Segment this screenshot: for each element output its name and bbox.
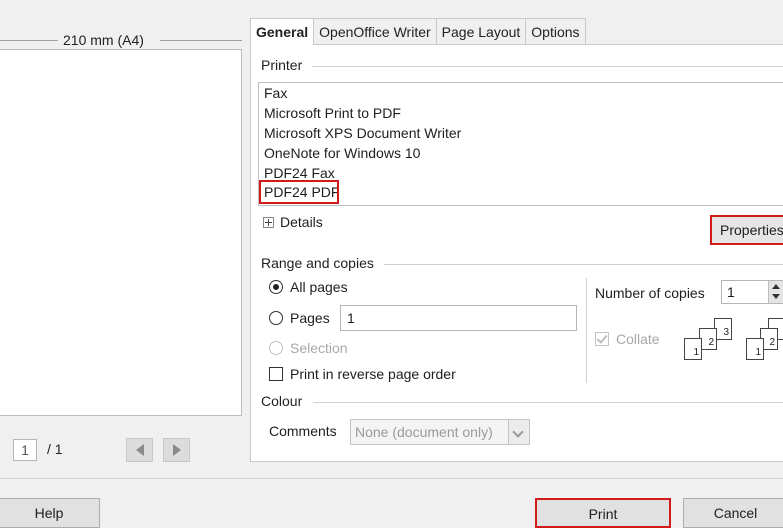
reverse-order-label: Print in reverse page order: [290, 366, 456, 382]
cancel-button[interactable]: Cancel: [683, 498, 783, 528]
properties-button[interactable]: Properties...: [710, 215, 783, 245]
range-section-divider: [384, 264, 783, 265]
printer-item-onenote[interactable]: OneNote for Windows 10: [264, 145, 420, 161]
arrow-right-icon: [172, 444, 181, 456]
tab-bar: General OpenOffice Writer Page Layout Op…: [250, 18, 586, 45]
printer-item-pdf24-fax[interactable]: PDF24 Fax: [264, 165, 335, 181]
comments-dropdown[interactable]: None (document only): [350, 419, 530, 445]
print-preview-page: [0, 49, 242, 416]
printer-item-fax[interactable]: Fax: [264, 85, 287, 101]
colour-section-label: Colour: [261, 393, 303, 409]
chevron-down-icon: [508, 420, 529, 444]
tab-openoffice-writer[interactable]: OpenOffice Writer: [313, 18, 437, 44]
selection-label: Selection: [290, 340, 348, 356]
preview-page-total: / 1: [47, 441, 63, 457]
print-button[interactable]: Print: [535, 498, 671, 528]
number-of-copies-label: Number of copies: [595, 285, 705, 301]
comments-value: None (document only): [355, 424, 493, 440]
tab-general[interactable]: General: [250, 18, 315, 45]
tab-options[interactable]: Options: [525, 18, 586, 44]
pages-input[interactable]: 1: [340, 305, 577, 331]
all-pages-radio[interactable]: [269, 280, 283, 294]
printer-section-divider: [312, 66, 783, 67]
spin-down-icon: [772, 294, 780, 299]
previous-page-button[interactable]: [126, 438, 153, 462]
details-expander[interactable]: Details: [263, 214, 323, 230]
spin-up-icon: [772, 284, 780, 289]
paper-dimension-ruler: 210 mm (A4): [0, 32, 242, 48]
preview-page-input[interactable]: 1: [13, 439, 37, 461]
expand-plus-icon: [263, 216, 274, 228]
collate-checkbox[interactable]: [595, 332, 609, 346]
comments-label: Comments: [269, 423, 337, 439]
help-button[interactable]: Help: [0, 498, 100, 528]
range-section-label: Range and copies: [261, 255, 374, 271]
copies-spinner[interactable]: [768, 281, 783, 303]
footer-divider: [0, 478, 783, 479]
selection-radio[interactable]: [269, 341, 283, 355]
reverse-order-checkbox[interactable]: [269, 367, 283, 381]
printer-item-microsoft-xps[interactable]: Microsoft XPS Document Writer: [264, 125, 461, 141]
paper-size-label: 210 mm (A4): [63, 32, 144, 48]
dimension-line-right: [160, 40, 242, 41]
dimension-line-left: [0, 40, 58, 41]
tab-page-layout[interactable]: Page Layout: [435, 18, 527, 44]
copies-divider: [586, 278, 587, 383]
selected-printer-highlight: [259, 180, 339, 204]
colour-section-divider: [313, 402, 783, 403]
printer-section-label: Printer: [261, 57, 303, 73]
arrow-left-icon: [135, 444, 144, 456]
pages-label: Pages: [290, 310, 330, 326]
pages-radio[interactable]: [269, 311, 283, 325]
next-page-button[interactable]: [163, 438, 190, 462]
printer-item-microsoft-print-to-pdf[interactable]: Microsoft Print to PDF: [264, 105, 401, 121]
collate-label: Collate: [616, 331, 660, 347]
all-pages-label: All pages: [290, 279, 348, 295]
details-label: Details: [280, 214, 323, 230]
